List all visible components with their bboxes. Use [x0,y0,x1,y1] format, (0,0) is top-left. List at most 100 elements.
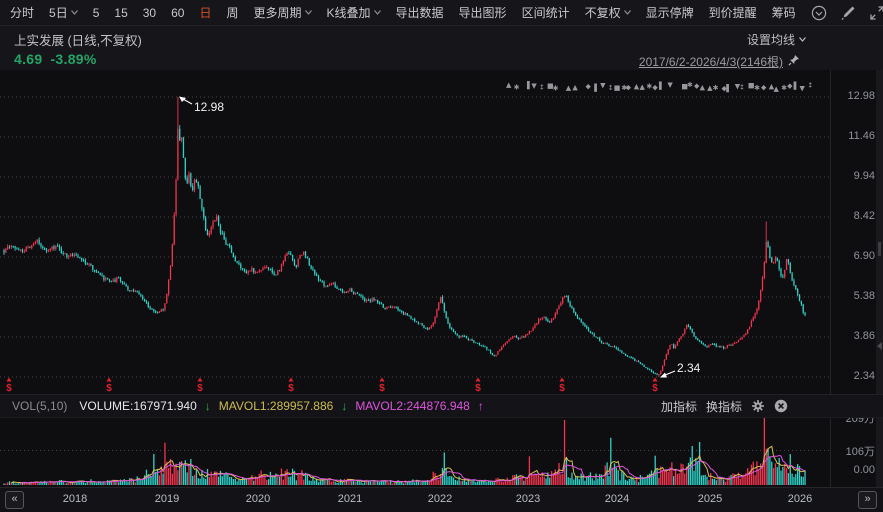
svg-text:↕: ↕ [739,83,745,91]
toolbar-item-17[interactable]: 筹码 [772,4,796,21]
toolbar-item-label: 导出数据 [396,4,444,21]
volume-value: VOLUME:167971.940 [79,399,196,413]
pane-collapse-arrow-icon[interactable] [877,342,882,350]
toolbar-item-15[interactable]: 显示停牌 [646,4,694,21]
price-gridlines [0,70,831,487]
year-label-2023: 2023 [516,493,540,505]
svg-text:$: $ [475,383,481,394]
volume-down-arrow-icon: ↓ [205,399,211,413]
toolbar-item-label: 分时 [10,4,34,21]
toolbar-item-9[interactable]: 更多周期 [254,4,312,21]
svg-text:$: $ [288,383,294,394]
add-indicator-button[interactable]: 加指标 [661,398,697,415]
price-tick-label: 12.98 [835,90,875,102]
toolbar-item-5[interactable]: 30 [143,6,156,20]
period-toolbar: 分时 5日 5 15 30 60 日周更多周期 K线叠加导出数据导出图形区间统计不复权 显示停牌… [0,0,883,26]
toolbar-item-11[interactable]: 导出数据 [396,4,444,21]
date-range-link[interactable]: 2017/6/2-2026/4/3(2146根) [639,53,783,70]
switch-indicator-button[interactable]: 换指标 [706,398,742,415]
scroll-left-button[interactable]: « [5,491,24,509]
toolbar-item-13[interactable]: 区间统计 [522,4,570,21]
chevron-down-icon [305,10,312,15]
price-tick-label: 8.42 [835,210,875,222]
svg-text:◆: ◆ [652,84,658,92]
toolbar-item-3[interactable]: 5 [93,6,100,20]
svg-text:▼: ▼ [531,82,537,90]
date-range-row: 2017/6/2-2026/4/3(2146根) [639,53,800,70]
collapse-circle-icon[interactable] [811,5,827,21]
toolbar-item-16[interactable]: 到价提醒 [709,4,757,21]
time-axis: 201820192020202120222023202420252026 « » [0,487,883,512]
svg-text:■: ■ [614,84,621,92]
change-percent: -3.89% [50,51,96,67]
mavol2-value: MAVOL2:244876.948 [355,399,470,413]
year-label-2026: 2026 [788,493,812,505]
gear-icon[interactable] [751,399,765,413]
toolbar-item-label: 导出图形 [459,4,507,21]
symbol-title: 上实发展 (日线,不复权) [14,30,142,49]
svg-text:✱: ✱ [754,84,760,92]
ma-settings-label: 设置均线 [747,31,795,48]
svg-text:◆: ◆ [761,84,767,92]
svg-text:✱: ✱ [713,84,719,92]
dividend-markers[interactable]: $$$$$$$$ [6,378,658,395]
price-annotations: 12.98 2.34 [179,97,701,378]
toolbar-item-label: 日 [199,4,211,21]
ma-settings-button[interactable]: 设置均线 [747,31,806,48]
svg-text:▼: ▼ [667,81,673,89]
high-annotation: 12.98 [194,100,224,114]
fullscreen-icon[interactable] [869,5,883,21]
candlestick-series [3,97,805,377]
toolbar-item-label: 周 [226,4,238,21]
event-marker-strip[interactable]: ▲✱▌▼↕■✱▲▲◆▌▼↕■✱◆▲▲✱◆▌▼■✱◆▲▲✱◆▌▼↕■✱◆▲▲✱◆▌… [506,80,813,92]
chevron-down-icon [624,10,631,15]
toolbar-item-label: 更多周期 [254,4,302,21]
toolbar-item-14[interactable]: 不复权 [585,4,631,21]
year-label-2020: 2020 [246,493,270,505]
chevron-down-icon [71,10,78,15]
svg-text:▌: ▌ [658,81,664,90]
svg-text:$: $ [652,383,658,394]
price-tick-label: 5.38 [835,290,875,302]
pin-icon[interactable] [788,54,800,69]
toolbar-item-4[interactable]: 15 [114,6,127,20]
toolbar-item-label: 显示停牌 [646,4,694,21]
svg-text:$: $ [106,383,112,394]
toolbar-item-2[interactable]: 5日 [49,4,78,21]
last-price: 4.69 [14,51,42,67]
toolbar-item-12[interactable]: 导出图形 [459,4,507,21]
toolbar-item-7[interactable]: 日 [199,4,211,21]
toolbar-item-label: 不复权 [585,4,621,21]
svg-text:↕: ↕ [539,83,545,91]
svg-text:▲: ▲ [566,84,572,92]
svg-text:✱: ✱ [553,85,559,93]
svg-text:◆: ◆ [626,83,632,91]
year-label-2018: 2018 [63,493,87,505]
volume-indicator-label: VOL(5,10) [12,399,67,413]
scrollbar-handle-icon[interactable] [878,242,881,256]
toolbar-item-6[interactable]: 60 [171,6,184,20]
year-label-2019: 2019 [155,493,179,505]
chevron-down-icon [374,10,381,15]
toolbar-item-8[interactable]: 周 [226,4,238,21]
svg-text:✱: ✱ [514,84,520,92]
right-scrollbar[interactable] [876,70,883,487]
low-annotation: 2.34 [677,361,701,375]
close-pane-icon[interactable] [774,399,788,413]
svg-text:▲: ▲ [506,81,512,89]
svg-text:◆: ◆ [585,83,591,91]
stock-chart-window: ▲✱▌▼↕■✱▲▲◆▌▼↕■✱◆▲▲✱◆▌▼■✱◆▲▲✱◆▌▼↕■✱◆▲▲✱◆▌… [0,0,883,512]
svg-text:$: $ [559,383,565,394]
price-tick-label: 2.34 [835,370,875,382]
candlestick-chart[interactable]: ▲✱▌▼↕■✱▲▲◆▌▼↕■✱◆▲▲✱◆▌▼■✱◆▲▲✱◆▌▼↕■✱◆▲▲✱◆▌… [0,0,883,512]
brush-icon[interactable] [840,5,856,21]
price-tick-label: 11.46 [835,130,875,142]
toolbar-item-10[interactable]: K线叠加 [327,4,381,21]
toolbar-item-1[interactable]: 分时 [10,4,34,21]
scroll-right-button[interactable]: » [858,491,877,509]
svg-text:▲: ▲ [700,83,706,91]
mavol2-up-arrow-icon: ↑ [478,399,484,413]
toolbar-item-label: 30 [143,6,156,20]
chart-header: 分时 5日 5 15 30 60 日周更多周期 K线叠加导出数据导出图形区间统计不复权 显示停牌… [0,0,883,70]
toolbar-item-label: 区间统计 [522,4,570,21]
